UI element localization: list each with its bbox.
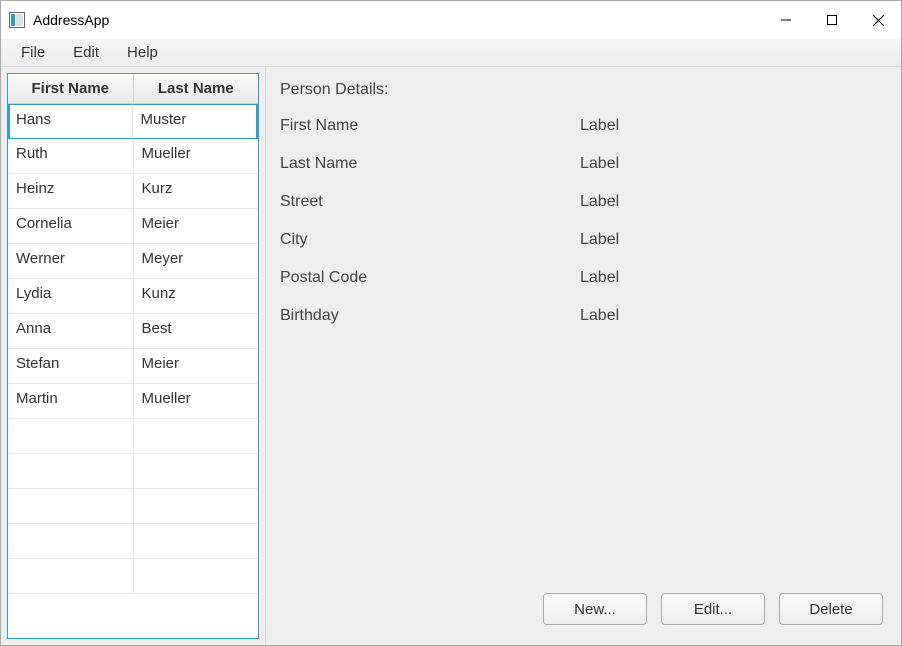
window-title: AddressApp — [33, 12, 763, 28]
cell-first-name: Werner — [8, 244, 134, 279]
cell-first-name: Stefan — [8, 349, 134, 384]
menubar: File Edit Help — [1, 39, 901, 67]
table-row[interactable] — [8, 559, 258, 594]
cell-first-name — [8, 419, 134, 454]
detail-value: Label — [580, 269, 883, 287]
person-table[interactable]: First Name Last Name HansMusterRuthMuell… — [7, 73, 259, 639]
cell-last-name — [134, 454, 259, 489]
table-row[interactable]: MartinMueller — [8, 384, 258, 419]
table-row[interactable]: CorneliaMeier — [8, 209, 258, 244]
menu-help[interactable]: Help — [113, 41, 172, 64]
cell-first-name — [8, 524, 134, 559]
cell-first-name — [8, 454, 134, 489]
menu-file[interactable]: File — [7, 41, 59, 64]
col-last-name[interactable]: Last Name — [134, 74, 259, 104]
cell-last-name: Meier — [134, 209, 259, 244]
detail-value: Label — [580, 307, 883, 325]
edit-button[interactable]: Edit... — [661, 593, 765, 625]
app-icon — [9, 12, 25, 28]
cell-first-name: Hans — [8, 104, 133, 139]
delete-button[interactable]: Delete — [779, 593, 883, 625]
cell-last-name: Mueller — [134, 139, 259, 174]
cell-last-name — [134, 559, 259, 594]
table-row[interactable] — [8, 454, 258, 489]
table-header: First Name Last Name — [8, 74, 258, 104]
cell-last-name: Meyer — [134, 244, 259, 279]
cell-first-name — [8, 559, 134, 594]
cell-last-name: Kunz — [134, 279, 259, 314]
cell-first-name: Martin — [8, 384, 134, 419]
titlebar: AddressApp — [1, 1, 901, 39]
detail-value: Label — [580, 155, 883, 173]
table-row[interactable]: HansMuster — [8, 104, 258, 139]
detail-value: Label — [580, 117, 883, 135]
app-window: AddressApp File Edit Help First Name Las… — [0, 0, 902, 646]
button-row: New... Edit... Delete — [280, 593, 883, 631]
table-row[interactable]: AnnaBest — [8, 314, 258, 349]
detail-label: Birthday — [280, 307, 580, 325]
cell-last-name: Best — [134, 314, 259, 349]
detail-label: City — [280, 231, 580, 249]
cell-first-name: Ruth — [8, 139, 134, 174]
table-row[interactable]: LydiaKunz — [8, 279, 258, 314]
cell-first-name: Lydia — [8, 279, 134, 314]
table-row[interactable]: WernerMeyer — [8, 244, 258, 279]
menu-edit[interactable]: Edit — [59, 41, 113, 64]
detail-label: First Name — [280, 117, 580, 135]
table-row[interactable]: StefanMeier — [8, 349, 258, 384]
content-area: First Name Last Name HansMusterRuthMuell… — [1, 67, 901, 645]
cell-last-name — [134, 489, 259, 524]
cell-last-name — [134, 524, 259, 559]
window-controls — [763, 5, 901, 35]
detail-label: Postal Code — [280, 269, 580, 287]
details-grid: First NameLabelLast NameLabelStreetLabel… — [280, 117, 883, 325]
cell-first-name: Anna — [8, 314, 134, 349]
col-first-name[interactable]: First Name — [8, 74, 134, 104]
left-pane: First Name Last Name HansMusterRuthMuell… — [1, 67, 265, 645]
cell-last-name: Meier — [134, 349, 259, 384]
table-row[interactable]: HeinzKurz — [8, 174, 258, 209]
table-row[interactable] — [8, 524, 258, 559]
cell-first-name — [8, 489, 134, 524]
cell-last-name: Mueller — [134, 384, 259, 419]
detail-value: Label — [580, 193, 883, 211]
table-body: HansMusterRuthMuellerHeinzKurzCorneliaMe… — [8, 104, 258, 638]
spacer — [280, 325, 883, 593]
cell-last-name: Kurz — [134, 174, 259, 209]
detail-value: Label — [580, 231, 883, 249]
maximize-button[interactable] — [809, 5, 855, 35]
close-button[interactable] — [855, 5, 901, 35]
cell-last-name — [134, 419, 259, 454]
new-button[interactable]: New... — [543, 593, 647, 625]
cell-first-name: Heinz — [8, 174, 134, 209]
table-row[interactable] — [8, 419, 258, 454]
details-title: Person Details: — [280, 81, 883, 99]
cell-last-name: Muster — [133, 104, 259, 139]
cell-first-name: Cornelia — [8, 209, 134, 244]
minimize-button[interactable] — [763, 5, 809, 35]
table-row[interactable]: RuthMueller — [8, 139, 258, 174]
detail-label: Street — [280, 193, 580, 211]
table-row[interactable] — [8, 489, 258, 524]
detail-label: Last Name — [280, 155, 580, 173]
right-pane: Person Details: First NameLabelLast Name… — [265, 67, 901, 645]
